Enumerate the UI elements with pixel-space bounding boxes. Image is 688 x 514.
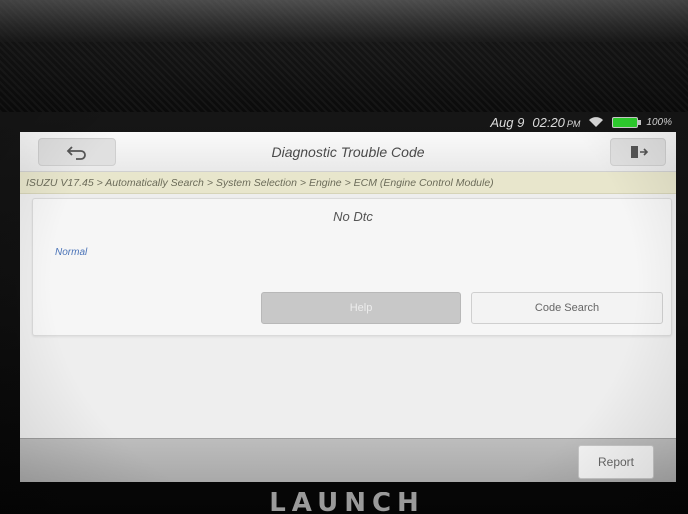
- exit-icon: [631, 146, 649, 158]
- brand-logo: LAUNCH: [269, 492, 425, 514]
- back-arrow-icon: [66, 146, 86, 160]
- status-bar: Aug 9 02:20 PM 100%: [440, 112, 672, 132]
- status-time: 02:20 PM: [532, 115, 580, 130]
- help-button[interactable]: Help: [261, 292, 461, 324]
- breadcrumb: ISUZU V17.45 > Automatically Search > Sy…: [20, 172, 676, 194]
- report-button[interactable]: Report: [578, 445, 654, 479]
- exit-button[interactable]: [610, 138, 666, 166]
- dtc-message: No Dtc: [333, 209, 373, 224]
- status-date: Aug 9: [490, 114, 525, 130]
- bottom-toolbar: Report: [20, 438, 676, 482]
- page-title: Diagnostic Trouble Code: [271, 144, 425, 160]
- back-button[interactable]: [38, 138, 116, 166]
- dtc-result-card: No Dtc Normal Help Code Search: [32, 198, 672, 336]
- battery-percent: 100%: [646, 116, 672, 128]
- code-search-button[interactable]: Code Search: [471, 292, 663, 324]
- device-bezel: [0, 0, 688, 112]
- dtc-status: Normal: [55, 247, 88, 258]
- battery-icon: [612, 116, 642, 128]
- status-time-suffix: PM: [566, 118, 581, 129]
- status-time-value: 02:20: [532, 114, 565, 130]
- app-screen: Diagnostic Trouble Code ISUZU V17.45 > A…: [20, 132, 676, 482]
- title-bar: Diagnostic Trouble Code: [20, 132, 676, 172]
- device-frame: Aug 9 02:20 PM 100% Diagnostic Trouble Co…: [0, 0, 688, 514]
- wifi-icon: [589, 117, 604, 127]
